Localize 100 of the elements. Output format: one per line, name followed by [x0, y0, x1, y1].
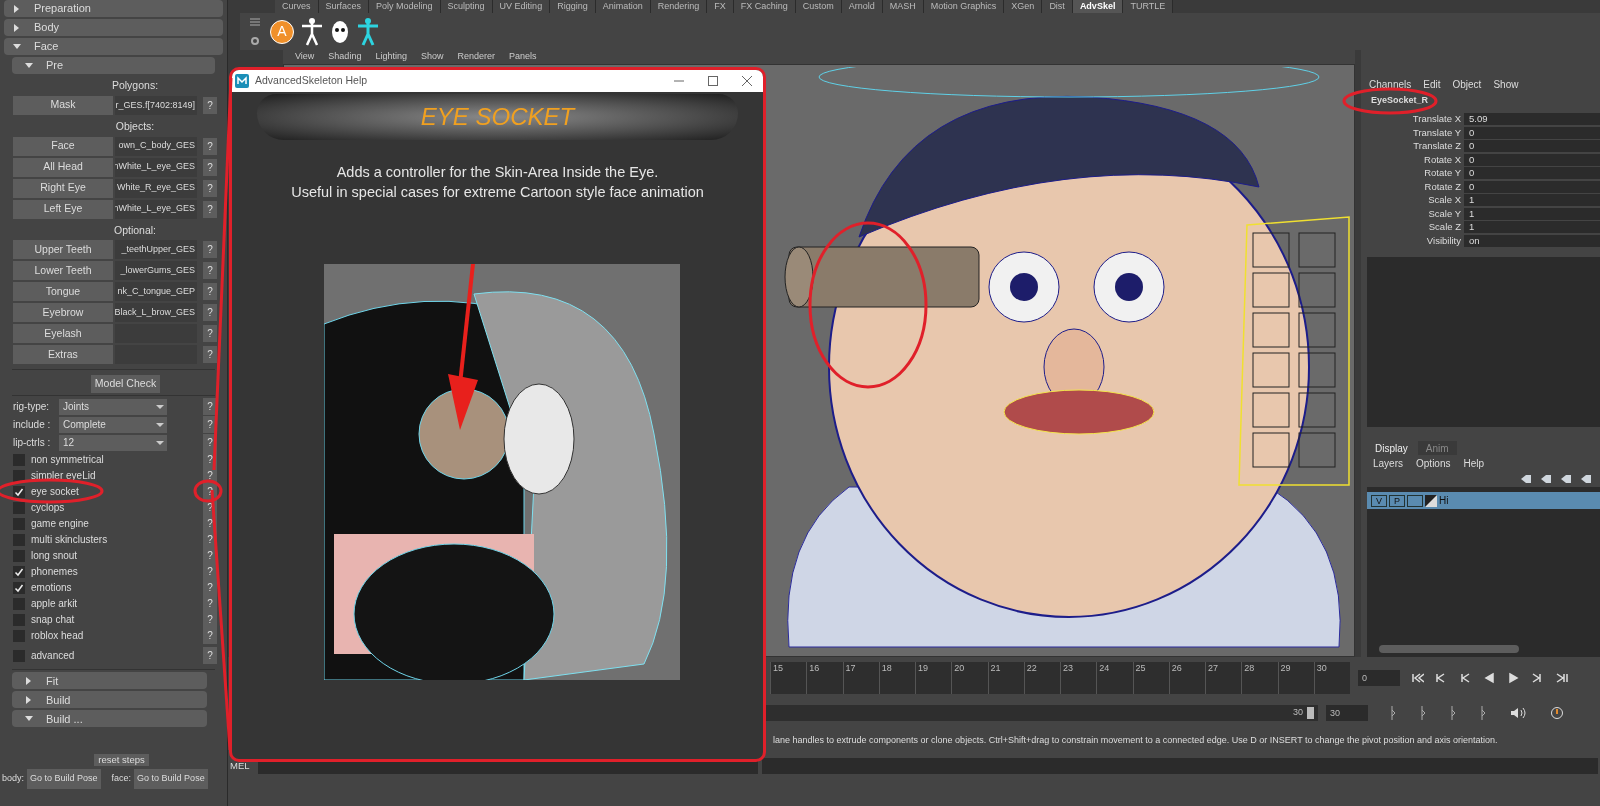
shelf-tab[interactable]: Arnold	[841, 0, 883, 13]
checkbox[interactable]	[13, 565, 25, 578]
attribute-field[interactable]: 1	[1464, 194, 1600, 207]
shelf-tab[interactable]: Animation	[595, 0, 651, 13]
section-header[interactable]: Body	[4, 19, 223, 36]
shelf-tab[interactable]: AdvSkel	[1072, 0, 1124, 13]
attribute-field[interactable]: 5.09	[1464, 113, 1600, 126]
shelf-tab[interactable]: Rendering	[650, 0, 708, 13]
viewport-menu-item[interactable]: Panels	[508, 50, 537, 64]
object-button[interactable]: Extras	[13, 345, 113, 365]
help-button[interactable]: ?	[203, 96, 217, 114]
frame-ruler[interactable]: 15 16 17 18 19 20 21 22 23 24 25 26 27 28 29 30	[770, 662, 1350, 694]
playback-control-icon[interactable]	[1410, 672, 1424, 684]
help-button[interactable]: ?	[203, 627, 217, 645]
viewport-menu-item[interactable]: Renderer	[457, 50, 495, 64]
attribute-field[interactable]: 0	[1464, 180, 1600, 193]
object-field[interactable]: nWhite_L_eye_GES	[115, 157, 198, 177]
layer-tool-icon[interactable]	[1540, 474, 1552, 484]
channel-menu-item[interactable]: Channels	[1369, 76, 1412, 92]
face-mask-icon[interactable]	[330, 19, 350, 44]
playback-control-icon[interactable]	[1506, 672, 1520, 684]
end-frame-field[interactable]: 30	[1326, 705, 1368, 721]
help-button[interactable]: ?	[203, 346, 217, 364]
object-button[interactable]: Face	[13, 136, 113, 156]
help-button[interactable]: ?	[203, 200, 217, 218]
checkbox[interactable]	[13, 533, 25, 546]
object-field[interactable]: nk_C_tongue_GEP	[115, 282, 198, 302]
key-tick-icon[interactable]	[1420, 706, 1426, 720]
object-button[interactable]: Tongue	[13, 282, 113, 302]
viewport-menu-item[interactable]: Lighting	[375, 50, 407, 64]
help-button[interactable]: ?	[203, 241, 217, 259]
channel-menu-item[interactable]: Object	[1452, 76, 1482, 92]
shelf-tab[interactable]: Rigging	[550, 0, 596, 13]
scrollbar[interactable]	[1379, 645, 1519, 653]
attribute-field[interactable]: 1	[1464, 221, 1600, 234]
section-header[interactable]: Pre	[12, 57, 215, 74]
key-tick-icon[interactable]	[1390, 706, 1396, 720]
help-button[interactable]: ?	[203, 647, 217, 665]
attribute-field[interactable]: 0	[1464, 153, 1600, 166]
shelf-tab[interactable]: XGen	[1004, 0, 1043, 13]
help-button[interactable]: ?	[203, 137, 217, 155]
attribute-field[interactable]: on	[1464, 234, 1600, 247]
channel-menu-item[interactable]: Edit	[1423, 76, 1441, 92]
layer-menu-item[interactable]: Layers	[1373, 455, 1403, 471]
checkbox[interactable]	[13, 501, 25, 514]
object-field[interactable]: White_R_eye_GES	[115, 178, 198, 198]
body-figure-icon[interactable]	[356, 17, 380, 46]
section-header[interactable]: Preparation	[4, 0, 223, 17]
help-button[interactable]: ?	[203, 304, 217, 322]
object-button[interactable]: Eyelash	[13, 324, 113, 344]
object-button[interactable]: Upper Teeth	[13, 240, 113, 260]
layer-menu-item[interactable]: Help	[1463, 455, 1485, 471]
object-button[interactable]: Left Eye	[13, 199, 113, 219]
checkbox[interactable]	[13, 469, 25, 482]
checkbox[interactable]	[13, 613, 25, 626]
layer-row[interactable]: V P Hi	[1367, 492, 1600, 509]
checkbox[interactable]	[13, 549, 25, 562]
layer-color-swatch-icon[interactable]	[1425, 494, 1437, 507]
checkbox[interactable]	[13, 485, 25, 498]
object-field[interactable]: r_GES.f[7402:8149]	[115, 95, 198, 115]
shelf-tab[interactable]: MASH	[882, 0, 924, 13]
range-handle[interactable]	[1307, 707, 1314, 719]
help-button[interactable]: ?	[203, 325, 217, 343]
maximize-icon[interactable]	[707, 75, 719, 87]
model-check-button[interactable]: Model Check	[90, 375, 161, 394]
current-frame-field[interactable]: 0	[1358, 670, 1400, 686]
checkbox[interactable]	[13, 629, 25, 642]
channel-menu-item[interactable]: Show	[1493, 76, 1519, 92]
shelf-tab[interactable]: Surfaces	[318, 0, 370, 13]
build-pose-button[interactable]: Go to Build Pose	[134, 769, 208, 789]
shelf-tab[interactable]: FX	[707, 0, 734, 13]
shelf-tab[interactable]: FX Caching	[733, 0, 796, 13]
layer-tool-icon[interactable]	[1580, 474, 1592, 484]
dropdown[interactable]: 12	[59, 434, 167, 451]
shelf-tab[interactable]: Motion Graphics	[923, 0, 1005, 13]
playback-control-icon[interactable]	[1482, 672, 1496, 684]
object-button[interactable]: Mask	[13, 95, 113, 115]
object-button[interactable]: Right Eye	[13, 178, 113, 198]
close-icon[interactable]	[741, 75, 753, 87]
layer-tool-icon[interactable]	[1560, 474, 1572, 484]
playback-control-icon[interactable]	[1530, 672, 1544, 684]
shelf-tab[interactable]: Sculpting	[440, 0, 493, 13]
object-field[interactable]: _lowerGums_GES	[115, 261, 198, 281]
object-field[interactable]: Black_L_brow_GES	[115, 303, 198, 323]
checkbox[interactable]	[13, 517, 25, 530]
playback-control-icon[interactable]	[1458, 672, 1472, 684]
shelf-menu-icon[interactable]	[250, 17, 260, 26]
attribute-field[interactable]: 0	[1464, 140, 1600, 153]
shelf-tab[interactable]: Curves	[275, 0, 319, 13]
object-field[interactable]: own_C_body_GES	[115, 136, 198, 156]
help-button[interactable]: ?	[203, 179, 217, 197]
checkbox[interactable]	[13, 453, 25, 466]
shelf-tab[interactable]: TURTLE	[1123, 0, 1174, 13]
checkbox[interactable]	[13, 649, 25, 662]
key-tick-icon[interactable]	[1450, 706, 1456, 720]
layer-tab[interactable]: Anim	[1417, 441, 1457, 455]
layer-tool-icon[interactable]	[1520, 474, 1532, 484]
shelf-tab[interactable]: Custom	[795, 0, 842, 13]
attribute-field[interactable]: 0	[1464, 167, 1600, 180]
help-button[interactable]: ?	[203, 262, 217, 280]
